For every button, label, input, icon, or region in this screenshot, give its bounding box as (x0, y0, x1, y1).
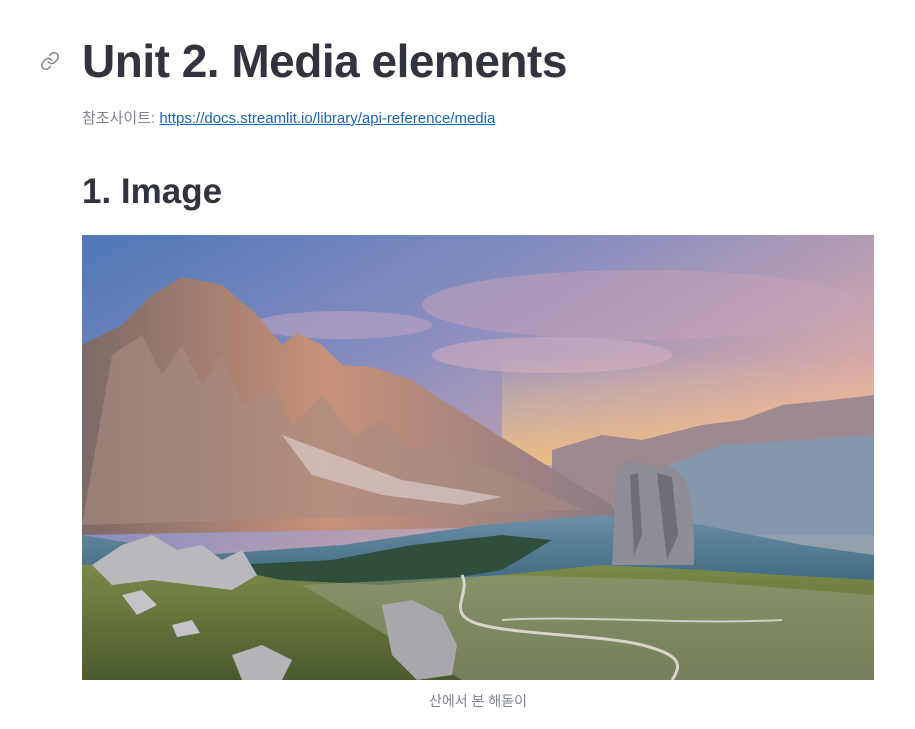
reference-line: 참조사이트: https://docs.streamlit.io/library… (82, 108, 495, 130)
section-heading-image: 1. Image (82, 172, 223, 211)
image-caption: 산에서 본 해돋이 (429, 693, 527, 709)
page-title: Unit 2. Media elements (82, 35, 567, 87)
link-icon[interactable] (38, 49, 62, 73)
landscape-image (82, 235, 874, 680)
reference-link[interactable]: https://docs.streamlit.io/library/api-re… (159, 110, 495, 127)
reference-label: 참조사이트: (82, 110, 156, 127)
